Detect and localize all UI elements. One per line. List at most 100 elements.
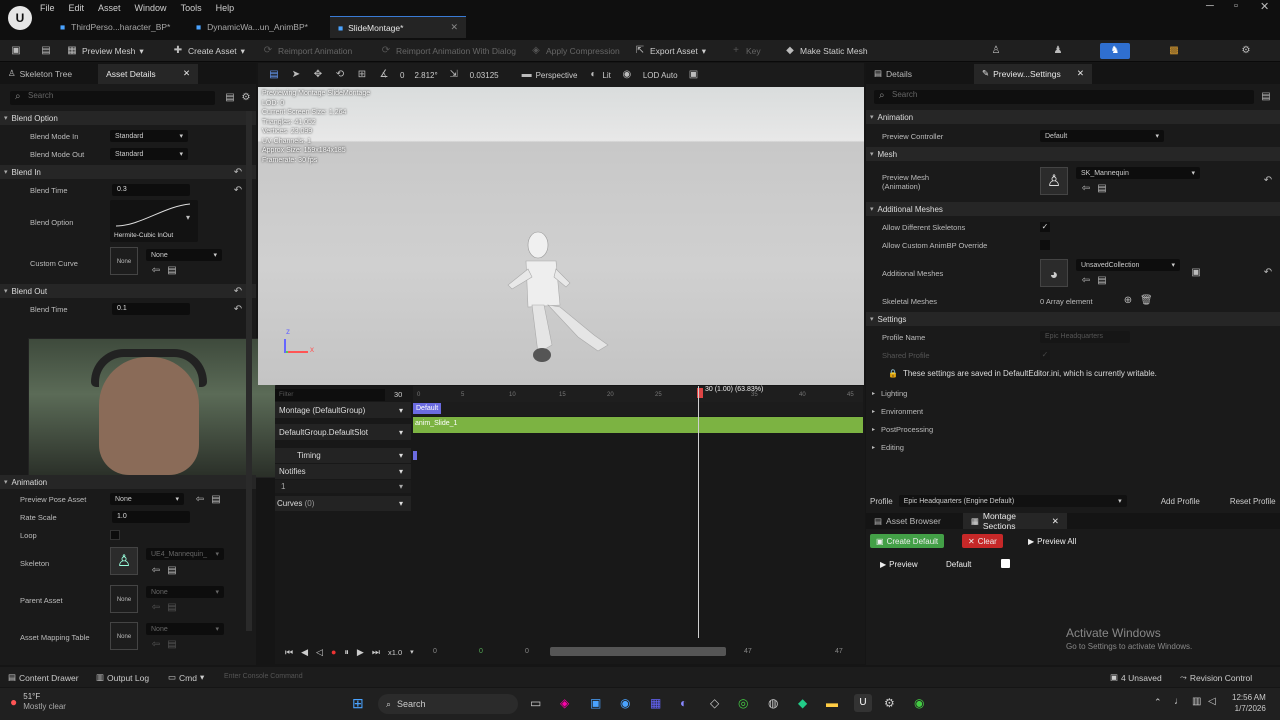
- key-button[interactable]: + Key: [730, 45, 761, 57]
- scale-snap-icon[interactable]: ⇲: [448, 69, 460, 81]
- browse-icon[interactable]: ▤: [1096, 275, 1108, 287]
- browse-icon[interactable]: ▤: [166, 265, 178, 277]
- chrome-icon[interactable]: ◎: [738, 696, 748, 710]
- reset-icon[interactable]: ↶: [1262, 267, 1274, 279]
- skeleton-dropdown[interactable]: UE4_Mannequin_ ▾: [146, 548, 224, 560]
- preview-pose-asset-dropdown[interactable]: None ▾: [110, 493, 184, 505]
- reimport-animation-button[interactable]: ⟳ Reimport Animation: [262, 45, 352, 57]
- use-selected-icon[interactable]: ⇦: [150, 639, 162, 651]
- use-selected-icon[interactable]: ⇦: [1080, 183, 1092, 195]
- slot-row[interactable]: DefaultGroup.DefaultSlot ▾: [275, 424, 411, 440]
- menu-help[interactable]: Help: [216, 3, 235, 13]
- revision-control-button[interactable]: ⤳ Revision Control: [1180, 672, 1252, 683]
- chevron-down-icon[interactable]: ▾: [186, 213, 190, 222]
- reset-icon[interactable]: ↶: [232, 167, 244, 179]
- copilot-icon[interactable]: ◈: [560, 696, 569, 710]
- tab-details[interactable]: ▤ Details: [866, 64, 920, 84]
- shared-profile-checkbox[interactable]: ✓: [1040, 350, 1050, 360]
- tab-thirdperson-bp[interactable]: ■ ThirdPerso...haracter_BP*: [52, 16, 184, 38]
- close-icon[interactable]: ✕: [1052, 516, 1059, 527]
- task-view-icon[interactable]: ▭: [530, 696, 541, 710]
- add-profile-button[interactable]: Add Profile: [1161, 497, 1200, 506]
- range-end[interactable]: 47: [835, 648, 843, 655]
- trash-icon[interactable]: 🗑: [1140, 295, 1153, 307]
- weather-widget[interactable]: ● 51°F Mostly clear: [10, 692, 66, 712]
- viewport-scene[interactable]: Previewing Montage SlideMontage LOD: 0 C…: [258, 87, 864, 385]
- lod-value[interactable]: 0: [400, 71, 404, 80]
- use-selected-icon[interactable]: ⇦: [150, 565, 162, 577]
- unsaved-button[interactable]: ▣ 4 Unsaved: [1110, 672, 1162, 683]
- network-icon[interactable]: ▥: [1192, 696, 1201, 707]
- additional-meshes-dropdown[interactable]: UnsavedCollection ▾: [1076, 259, 1180, 271]
- loop-checkbox[interactable]: [110, 530, 120, 540]
- browse-icon[interactable]: ▤: [166, 639, 178, 651]
- play-reverse-icon[interactable]: ◁: [316, 647, 323, 658]
- range-start[interactable]: 0: [433, 648, 437, 655]
- pause-icon[interactable]: ⏸: [344, 647, 349, 658]
- skip-to-start-icon[interactable]: ⏮: [285, 647, 293, 658]
- close-icon[interactable]: ✕: [183, 68, 190, 79]
- physics-mode-icon[interactable]: ⚙: [1240, 45, 1252, 57]
- allow-custom-animbp-checkbox[interactable]: [1040, 240, 1050, 250]
- menu-window[interactable]: Window: [135, 3, 167, 13]
- browse-icon[interactable]: ▤: [166, 602, 178, 614]
- postprocessing-category[interactable]: ▸ PostProcessing: [872, 425, 933, 434]
- parent-asset-thumbnail[interactable]: None: [110, 585, 138, 613]
- fov-value[interactable]: 2.812°: [414, 71, 437, 80]
- section-mesh[interactable]: ▾ Mesh: [866, 147, 1280, 161]
- close-icon[interactable]: ✕: [1077, 68, 1084, 79]
- unreal-logo-icon[interactable]: U: [8, 6, 32, 30]
- reset-icon[interactable]: ↶: [232, 286, 244, 298]
- maximize-icon[interactable]: ▫: [1234, 0, 1238, 12]
- content-drawer-button[interactable]: ▤ Content Drawer: [8, 672, 79, 683]
- view-range-start[interactable]: 0: [525, 648, 529, 655]
- section-blend-option[interactable]: ▾ Blend Option: [0, 111, 256, 125]
- notify-track-row[interactable]: 1 ▾: [275, 480, 411, 493]
- angle-snap-icon[interactable]: ∡: [378, 69, 390, 81]
- app2-icon[interactable]: ◆: [798, 696, 807, 710]
- tab-dynamicwa-animbp[interactable]: ■ DynamicWa...un_AnimBP*: [188, 16, 316, 38]
- discord-icon[interactable]: ◐: [680, 696, 687, 710]
- apply-compression-button[interactable]: ◈ Apply Compression: [530, 45, 620, 57]
- teams-icon[interactable]: ▦: [650, 696, 661, 710]
- blend-mode-in-dropdown[interactable]: Standard ▾: [110, 130, 188, 142]
- steam-icon[interactable]: ◍: [768, 696, 778, 710]
- windows-start-icon[interactable]: ⊞: [352, 695, 364, 712]
- blend-curve-picker[interactable]: Hermite-Cubic InOut: [110, 200, 198, 242]
- lit-button[interactable]: ◐ Lit: [587, 69, 610, 81]
- step-forward-icon[interactable]: ▶: [357, 647, 364, 658]
- timing-marker[interactable]: [413, 451, 417, 460]
- show-icon[interactable]: ◉: [621, 69, 633, 81]
- section-additional-meshes[interactable]: ▾ Additional Meshes: [866, 202, 1280, 216]
- rotate-tool-icon[interactable]: ⟲: [334, 69, 346, 81]
- blend-in-time-input[interactable]: 0.3: [112, 184, 190, 196]
- perspective-button[interactable]: ▬ Perspective: [521, 69, 578, 81]
- reset-icon[interactable]: ↶: [1262, 175, 1274, 187]
- blend-mode-out-dropdown[interactable]: Standard ▾: [110, 148, 188, 160]
- section-blend-in[interactable]: ▾ Blend In: [0, 165, 256, 179]
- current-frame-field[interactable]: 30: [394, 390, 402, 399]
- profile-name-input[interactable]: Epic Headquarters: [1040, 331, 1130, 343]
- reset-profile-button[interactable]: Reset Profile: [1230, 497, 1276, 506]
- tray-chevron-icon[interactable]: ⌃: [1154, 697, 1162, 708]
- animation-mode-icon[interactable]: ♞: [1100, 43, 1130, 59]
- mesh-mode-icon[interactable]: ♟: [1052, 45, 1064, 57]
- preview-mesh-button[interactable]: ▦ Preview Mesh ▾: [66, 45, 143, 57]
- timing-row[interactable]: Timing ▾: [275, 448, 411, 463]
- cmd-button[interactable]: ▭ Cmd ▾: [168, 672, 204, 683]
- section-link-checkbox[interactable]: [1001, 559, 1010, 568]
- allow-different-skeletons-checkbox[interactable]: ✓: [1040, 222, 1050, 232]
- app3-icon[interactable]: ◉: [914, 696, 924, 710]
- record-icon[interactable]: ●: [331, 647, 336, 657]
- close-icon[interactable]: ✕: [450, 22, 458, 33]
- custom-curve-thumbnail[interactable]: None: [110, 247, 138, 275]
- parent-asset-dropdown[interactable]: None ▾: [146, 586, 224, 598]
- minimize-icon[interactable]: ─: [1206, 0, 1214, 12]
- reimport-with-dialog-button[interactable]: ⟳ Reimport Animation With Dialog: [380, 45, 516, 57]
- menu-file[interactable]: File: [40, 3, 55, 13]
- browse-icon[interactable]: ▤: [210, 494, 222, 506]
- playback-rate-button[interactable]: x1.0: [388, 648, 402, 657]
- make-static-mesh-button[interactable]: ◆ Make Static Mesh: [784, 45, 867, 57]
- step-back-icon[interactable]: ◀: [301, 647, 308, 658]
- settings-icon[interactable]: ⚙: [240, 92, 252, 104]
